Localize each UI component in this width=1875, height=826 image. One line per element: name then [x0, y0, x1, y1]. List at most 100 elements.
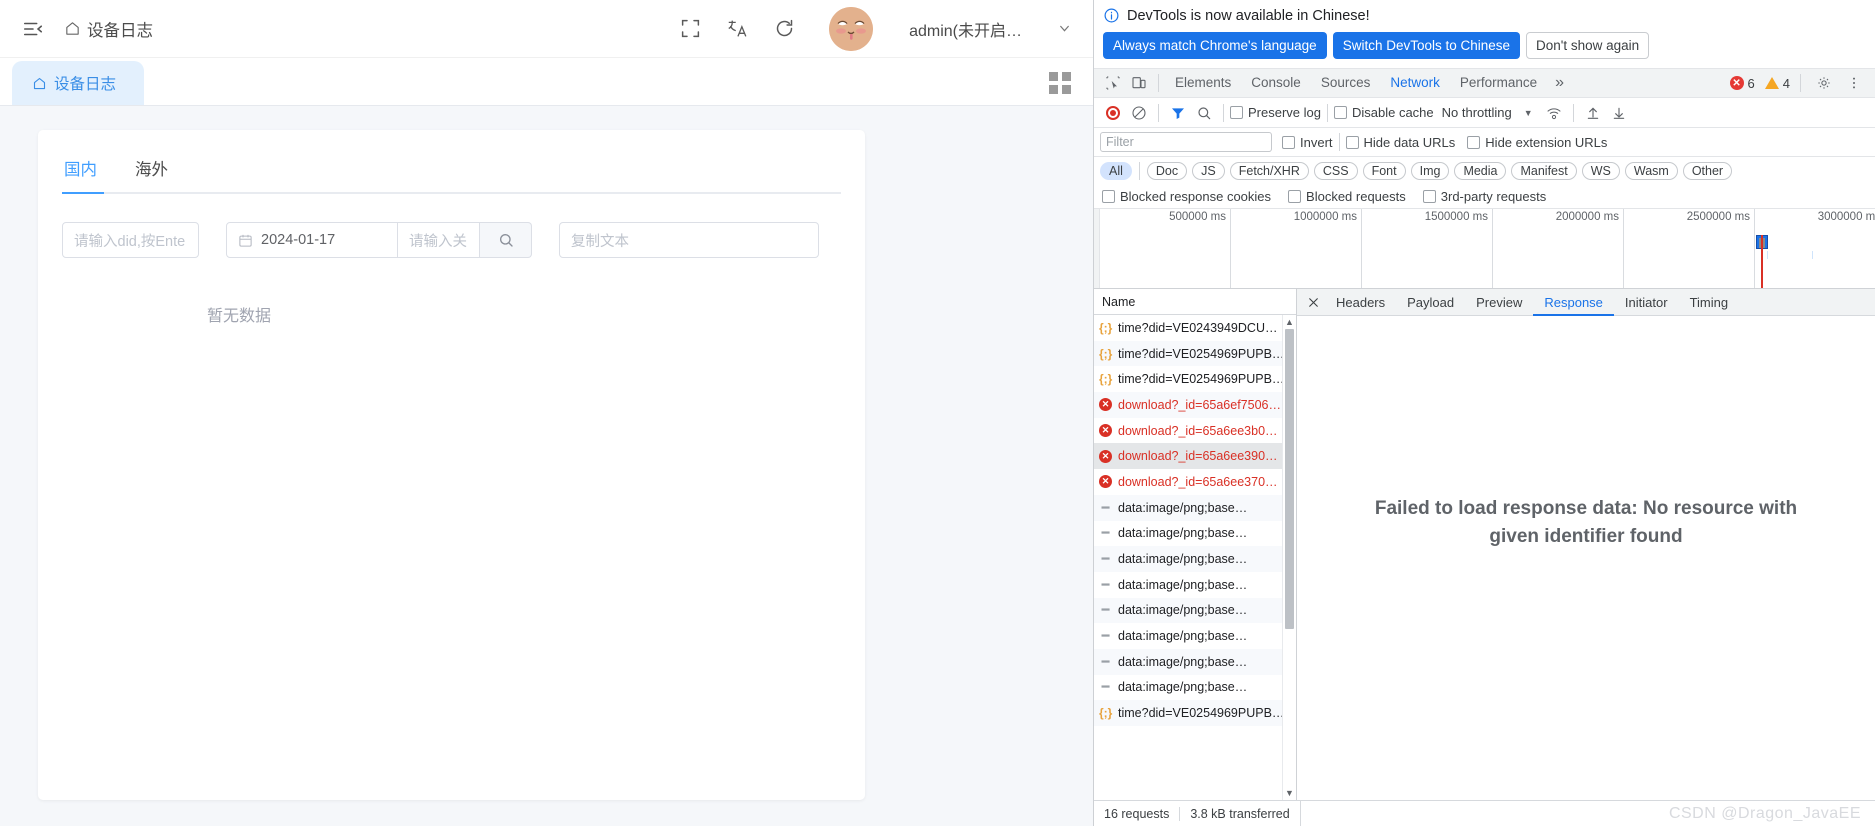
gear-icon[interactable]: [1811, 71, 1837, 95]
request-row-selected[interactable]: ✕ download?_id=65a6ee390…: [1094, 443, 1296, 470]
scrollbar-thumb[interactable]: [1285, 329, 1294, 629]
request-list[interactable]: {;} time?did=VE0243949DCU… {;} time?did=…: [1094, 315, 1296, 800]
blocked-response-cookies-checkbox[interactable]: Blocked response cookies: [1102, 189, 1271, 204]
type-chip-ws[interactable]: WS: [1581, 161, 1620, 180]
tab-elements[interactable]: Elements: [1165, 68, 1241, 98]
type-chip-media[interactable]: Media: [1454, 161, 1507, 180]
type-chip-font[interactable]: Font: [1362, 161, 1406, 180]
scroll-down-icon[interactable]: ▼: [1285, 786, 1294, 800]
request-row[interactable]: ━ data:image/png;base…: [1094, 572, 1296, 598]
request-row[interactable]: {;} time?did=VE0254969PUPB…: [1094, 340, 1296, 367]
scroll-up-icon[interactable]: ▲: [1285, 315, 1294, 329]
timeline-body[interactable]: 500000 ms 1000000 ms 1500000 ms 2000000 …: [1100, 209, 1875, 288]
invert-checkbox[interactable]: Invert: [1282, 135, 1333, 150]
refresh-icon[interactable]: [774, 18, 795, 39]
watermark: CSDN @Dragon_JavaEE: [1668, 805, 1861, 822]
type-chip-css[interactable]: CSS: [1313, 161, 1358, 180]
hide-extension-urls-checkbox[interactable]: Hide extension URLs: [1467, 135, 1607, 150]
disable-cache-label: Disable cache: [1351, 105, 1434, 120]
request-list-scrollbar[interactable]: ▲ ▼: [1282, 315, 1296, 800]
chevron-double-right-icon[interactable]: »: [1547, 74, 1572, 92]
grid-layout-icon[interactable]: [1049, 72, 1071, 94]
more-vertical-icon[interactable]: [1841, 71, 1867, 95]
warning-count-badge[interactable]: 4: [1764, 76, 1790, 91]
detail-tab-preview[interactable]: Preview: [1465, 289, 1533, 316]
filter-icon[interactable]: [1165, 101, 1191, 125]
card-tab-overseas[interactable]: 海外: [133, 150, 170, 192]
type-chip-doc[interactable]: Doc: [1146, 161, 1188, 180]
request-row[interactable]: ━ data:image/png;base…: [1094, 648, 1296, 675]
detail-tab-response[interactable]: Response: [1533, 289, 1614, 316]
fullscreen-icon[interactable]: [680, 18, 701, 39]
user-name[interactable]: admin(未开启…: [909, 17, 1022, 41]
error-count-badge[interactable]: ✕ 6: [1729, 76, 1755, 91]
throttling-select[interactable]: No throttling: [1442, 105, 1512, 120]
tab-performance[interactable]: Performance: [1450, 68, 1547, 98]
detail-tab-initiator[interactable]: Initiator: [1614, 289, 1679, 316]
network-conditions-icon[interactable]: [1541, 101, 1567, 125]
close-icon[interactable]: [1301, 290, 1325, 314]
detail-tab-payload[interactable]: Payload: [1396, 289, 1465, 316]
request-count: 16 requests: [1104, 806, 1170, 821]
clear-network-icon[interactable]: [1126, 101, 1152, 125]
filter-input[interactable]: Filter: [1100, 132, 1272, 152]
chevron-down-icon[interactable]: ▼: [1524, 108, 1533, 118]
always-match-language-button[interactable]: Always match Chrome's language: [1103, 32, 1327, 59]
tab-console[interactable]: Console: [1241, 68, 1311, 98]
export-har-icon[interactable]: [1606, 101, 1632, 125]
menu-collapse-icon[interactable]: [22, 18, 44, 40]
date-input[interactable]: 2024-01-17: [226, 222, 398, 258]
type-chip-js[interactable]: JS: [1192, 161, 1225, 180]
request-row[interactable]: ✕ download?_id=65a6ef7506…: [1094, 392, 1296, 418]
search-icon[interactable]: [1191, 101, 1217, 125]
record-stop-icon[interactable]: [1100, 101, 1126, 125]
copy-text-input[interactable]: 复制文本: [559, 222, 819, 258]
disable-cache-checkbox[interactable]: Disable cache: [1333, 105, 1434, 120]
request-row[interactable]: {;} time?did=VE0243949DCU…: [1094, 315, 1296, 341]
timeline-event-marker: [1761, 235, 1763, 288]
keyword-input[interactable]: 请输入关: [398, 222, 480, 258]
request-row[interactable]: ━ data:image/png;base…: [1094, 623, 1296, 649]
request-column-header[interactable]: Name: [1094, 289, 1296, 315]
type-chip-manifest[interactable]: Manifest: [1511, 161, 1577, 180]
blocked-response-cookies-label: Blocked response cookies: [1120, 188, 1272, 204]
user-avatar[interactable]: [829, 6, 874, 51]
request-row[interactable]: ✕ download?_id=65a6ee370…: [1094, 469, 1296, 495]
network-filter-bar: Filter Invert Hide data URLs Hide extens…: [1094, 128, 1875, 157]
card-tab-domestic[interactable]: 国内: [62, 150, 99, 192]
request-row[interactable]: ━ data:image/png;base…: [1094, 675, 1296, 701]
import-har-icon[interactable]: [1580, 101, 1606, 125]
grid-cell: [1062, 72, 1071, 81]
type-chip-other[interactable]: Other: [1682, 161, 1733, 180]
request-row[interactable]: ━ data:image/png;base…: [1094, 494, 1296, 521]
dash-icon: ━: [1101, 499, 1110, 515]
tab-network[interactable]: Network: [1380, 68, 1450, 98]
did-input[interactable]: 请输入did,按Ente: [62, 222, 199, 258]
third-party-requests-checkbox[interactable]: 3rd-party requests: [1422, 189, 1546, 204]
hide-data-urls-checkbox[interactable]: Hide data URLs: [1345, 135, 1455, 150]
detail-tab-headers[interactable]: Headers: [1325, 289, 1396, 316]
request-row[interactable]: {;} time?did=VE0254969PUPB…: [1094, 366, 1296, 392]
request-row[interactable]: ✕ download?_id=65a6ee3b0…: [1094, 418, 1296, 444]
detail-tab-timing[interactable]: Timing: [1679, 289, 1740, 316]
preserve-log-checkbox[interactable]: Preserve log: [1230, 105, 1321, 120]
type-chip-wasm[interactable]: Wasm: [1624, 161, 1678, 180]
network-timeline-overview[interactable]: 500000 ms 1000000 ms 1500000 ms 2000000 …: [1094, 209, 1875, 289]
chevron-down-icon[interactable]: [1058, 22, 1071, 35]
type-chip-fetch-xhr[interactable]: Fetch/XHR: [1229, 161, 1309, 180]
request-row[interactable]: ━ data:image/png;base…: [1094, 546, 1296, 572]
search-button[interactable]: [480, 222, 532, 258]
request-row[interactable]: {;} time?did=VE0254969PUPB…: [1094, 700, 1296, 726]
request-row[interactable]: ━ data:image/png;base…: [1094, 521, 1296, 547]
dont-show-again-button[interactable]: Don't show again: [1526, 32, 1650, 59]
tab-sources[interactable]: Sources: [1311, 68, 1381, 98]
language-switch-icon[interactable]: [727, 18, 748, 39]
app-tab-device-log[interactable]: 设备日志: [12, 61, 144, 105]
request-row[interactable]: ━ data:image/png;base…: [1094, 597, 1296, 624]
device-toolbar-icon[interactable]: [1126, 71, 1152, 95]
type-chip-all[interactable]: All: [1100, 161, 1132, 180]
type-chip-img[interactable]: Img: [1410, 161, 1450, 180]
switch-to-chinese-button[interactable]: Switch DevTools to Chinese: [1332, 32, 1521, 59]
blocked-requests-checkbox[interactable]: Blocked requests: [1288, 189, 1406, 204]
inspect-element-icon[interactable]: [1100, 71, 1126, 95]
